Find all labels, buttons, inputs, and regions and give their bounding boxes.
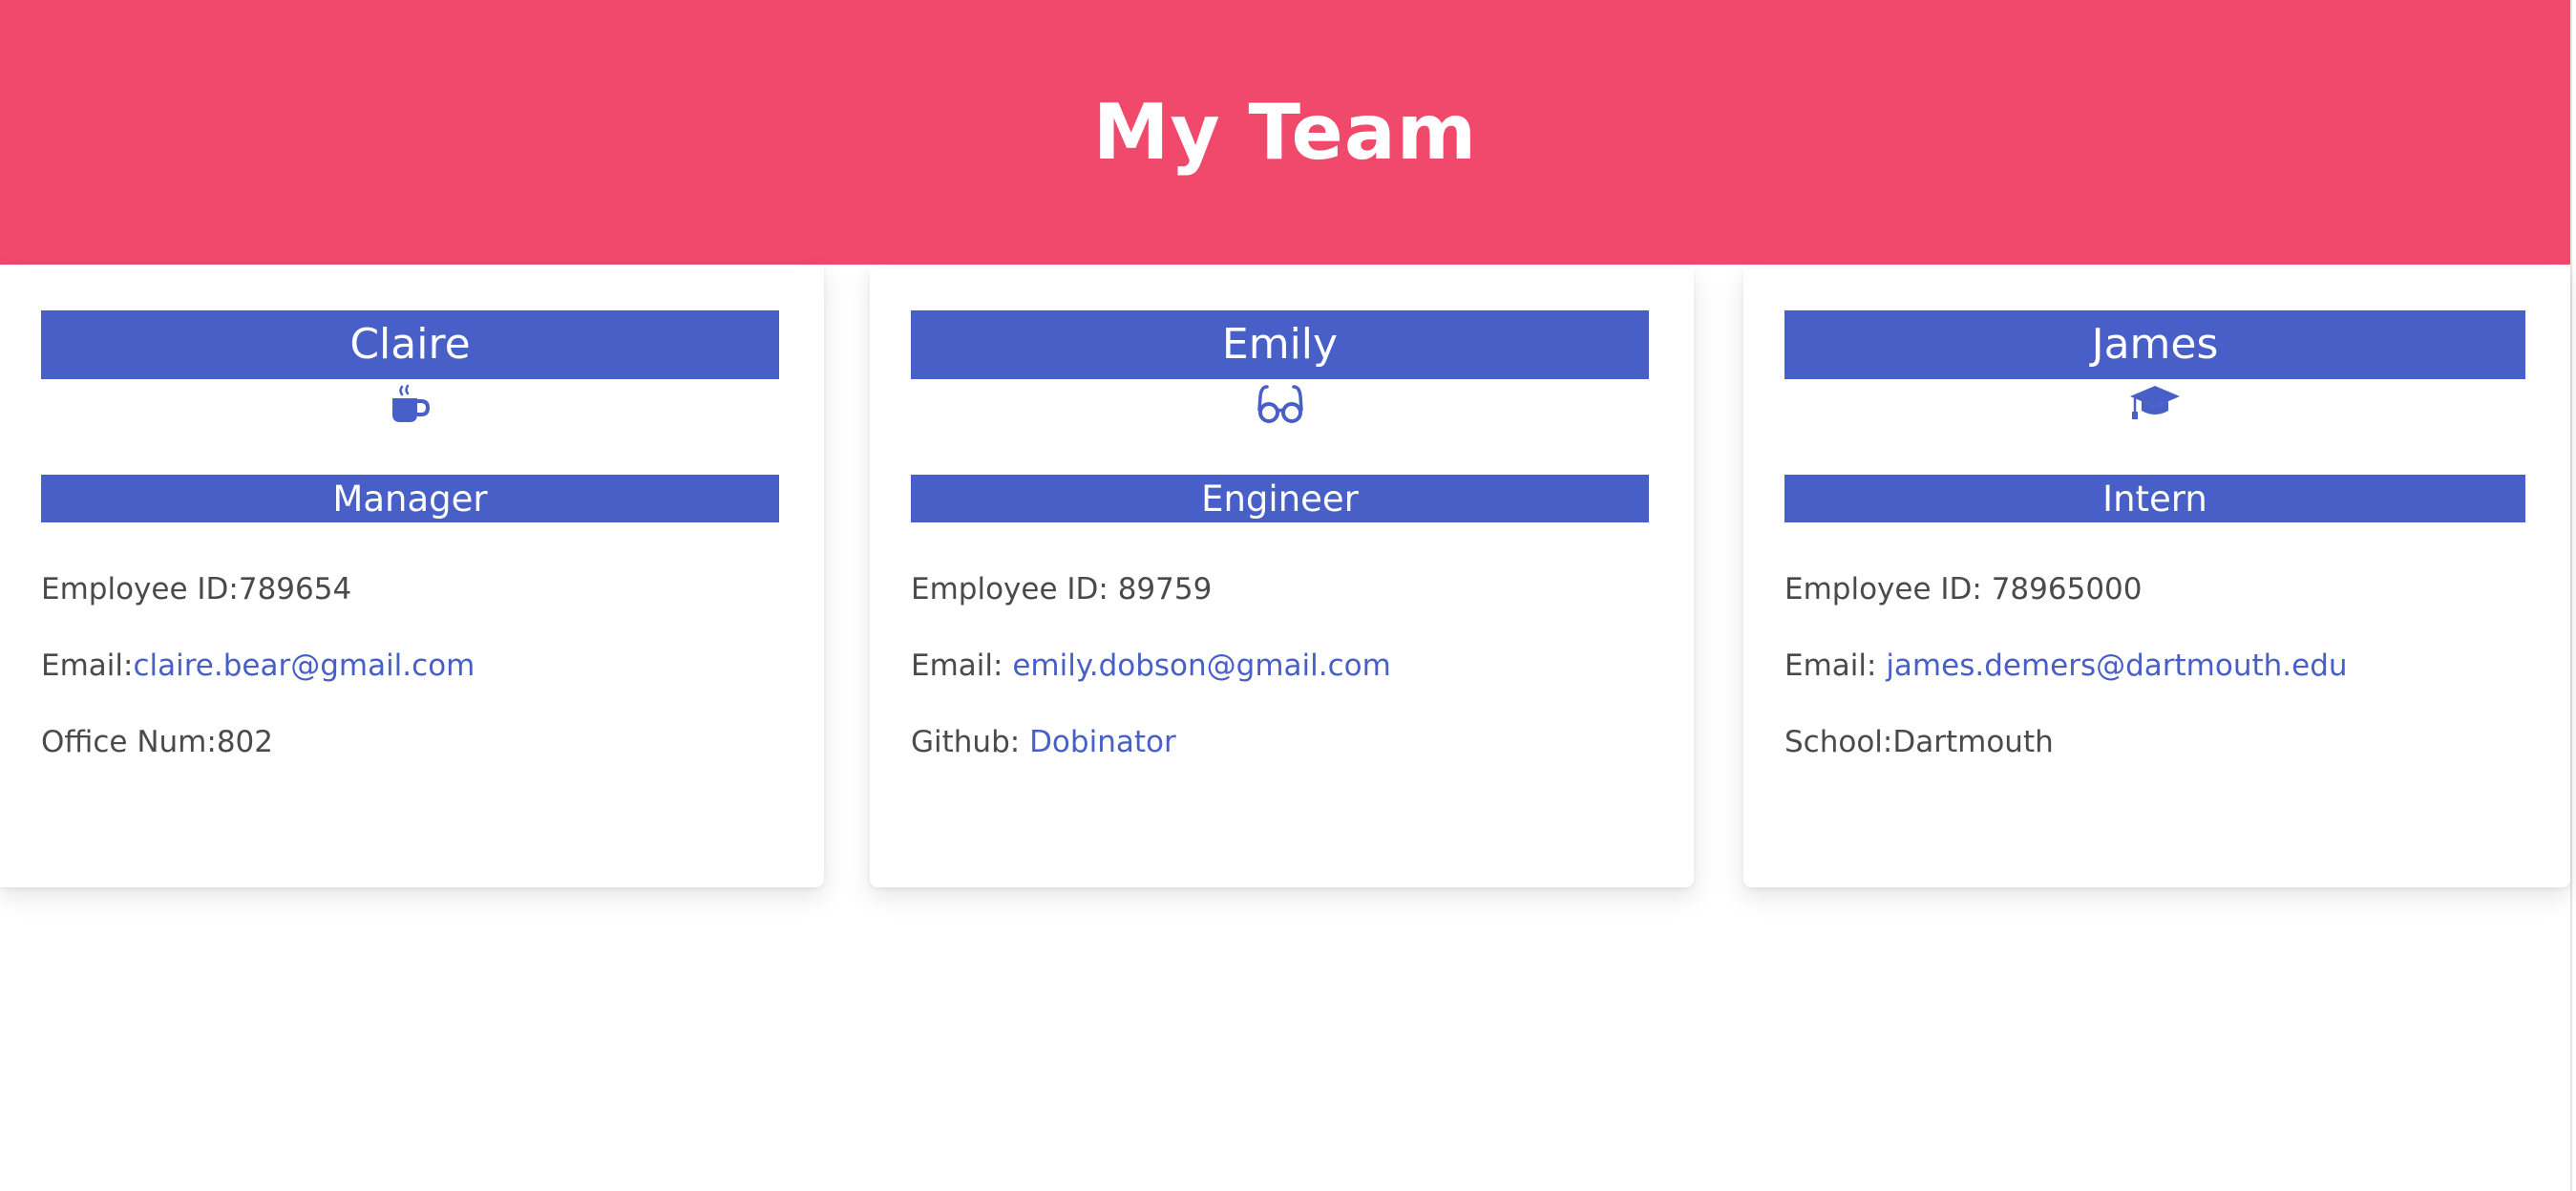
- page: My Team Claire Manager Employee ID:78965…: [0, 0, 2576, 1191]
- employee-office-line: Office Num:802: [41, 725, 779, 759]
- employee-id-value: 78965000: [1991, 572, 2143, 606]
- employee-email-line: Email: james.demers@dartmouth.edu: [1784, 649, 2525, 683]
- employee-email-line: Email:claire.bear@gmail.com: [41, 649, 779, 683]
- employee-school-label: School:: [1784, 725, 1893, 759]
- employee-role: Engineer: [911, 475, 1649, 522]
- employee-school-value: Dartmouth: [1892, 725, 2054, 759]
- employee-name: James: [1784, 310, 2525, 379]
- mug-icon: [391, 384, 430, 422]
- employee-email-link[interactable]: james.demers@dartmouth.edu: [1886, 649, 2347, 683]
- employee-email-label: Email:: [911, 649, 1013, 683]
- employee-github-link[interactable]: Dobinator: [1029, 725, 1176, 759]
- employee-email-link[interactable]: emily.dobson@gmail.com: [1012, 649, 1391, 683]
- employee-role: Manager: [41, 475, 779, 522]
- employee-id-label: Employee ID:: [41, 572, 239, 606]
- employee-info: Employee ID:789654 Email:claire.bear@gma…: [41, 572, 779, 759]
- scrollbar-track[interactable]: [2570, 0, 2572, 1191]
- employee-id-line: Employee ID: 89759: [911, 572, 1649, 606]
- glasses-icon: [1256, 385, 1303, 423]
- employee-id-line: Employee ID: 78965000: [1784, 572, 2525, 606]
- employee-office-label: Office Num:: [41, 725, 217, 759]
- role-icon-row: [41, 379, 779, 475]
- employee-email-label: Email:: [1784, 649, 1887, 683]
- employee-email-line: Email: emily.dobson@gmail.com: [911, 649, 1649, 683]
- page-title: My Team: [1092, 87, 1478, 177]
- employee-id-label: Employee ID:: [911, 572, 1118, 606]
- employee-name: Claire: [41, 310, 779, 379]
- employee-email-link[interactable]: claire.bear@gmail.com: [133, 649, 475, 683]
- employee-card-engineer: Emily Engineer Employee ID: 89759 Email:…: [870, 268, 1694, 887]
- graduation-cap-icon: [2130, 386, 2180, 419]
- employee-github-line: Github: Dobinator: [911, 725, 1649, 759]
- employee-role: Intern: [1784, 475, 2525, 522]
- employee-id-value: 89759: [1117, 572, 1213, 606]
- employee-info: Employee ID: 89759 Email: emily.dobson@g…: [911, 572, 1649, 759]
- employee-id-label: Employee ID:: [1784, 572, 1992, 606]
- employee-id-value: 789654: [238, 572, 352, 606]
- employee-office-value: 802: [216, 725, 273, 759]
- employee-school-line: School:Dartmouth: [1784, 725, 2525, 759]
- employee-github-label: Github:: [911, 725, 1030, 759]
- role-icon-row: [1784, 379, 2525, 475]
- employee-name: Emily: [911, 310, 1649, 379]
- employee-email-label: Email:: [41, 649, 134, 683]
- role-icon-row: [911, 379, 1649, 475]
- employee-id-line: Employee ID:789654: [41, 572, 779, 606]
- employee-card-manager: Claire Manager Employee ID:789654 Email:…: [0, 265, 824, 887]
- employee-card-intern: James Intern Employee ID: 78965000 Email…: [1743, 268, 2570, 887]
- page-header: My Team: [0, 0, 2570, 265]
- employee-info: Employee ID: 78965000 Email: james.demer…: [1784, 572, 2525, 759]
